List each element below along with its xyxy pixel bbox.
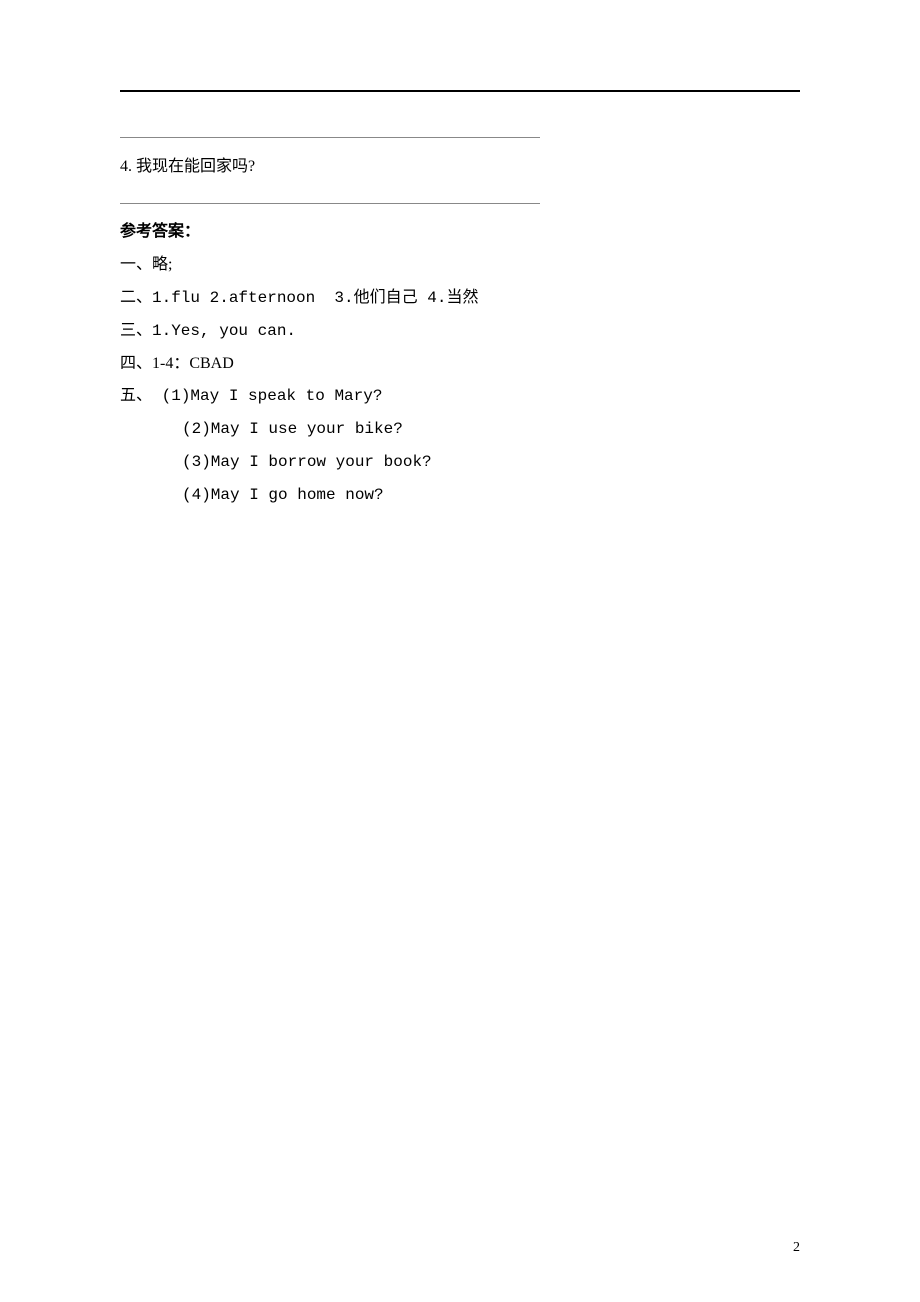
answer-section-5-line1: 五、 (1)May I speak to Mary? (120, 380, 800, 413)
answer-5-prefix: 五、 (120, 387, 162, 405)
question-4-text: 4. 我现在能回家吗? (120, 158, 255, 175)
answer-5-item-2: (2)May I use your bike? (120, 413, 800, 446)
document-page: 4. 我现在能回家吗? 参考答案： 一、略; 二、1.flu 2.afterno… (0, 0, 920, 1302)
answer-5-item-1: (1)May I speak to Mary? (162, 387, 383, 405)
answer-5-item-4: (4)May I go home now? (120, 479, 800, 512)
answer-section-4: 四、1-4：CBAD (120, 348, 800, 381)
answers-heading: 参考答案： (120, 216, 800, 249)
answer-section-1: 一、略; (120, 249, 800, 282)
blank-answer-line-2 (120, 184, 800, 217)
header-rule (120, 90, 800, 92)
content-area: 4. 我现在能回家吗? 参考答案： 一、略; 二、1.flu 2.afterno… (120, 0, 800, 512)
question-4: 4. 我现在能回家吗? (120, 151, 800, 184)
answer-section-2: 二、1.flu 2.afternoon 3.他们自己 4.当然 (120, 282, 800, 315)
blank-answer-line-1 (120, 118, 800, 151)
answer-5-item-3: (3)May I borrow your book? (120, 446, 800, 479)
page-number: 2 (793, 1240, 800, 1256)
answer-section-3: 三、1.Yes, you can. (120, 315, 800, 348)
